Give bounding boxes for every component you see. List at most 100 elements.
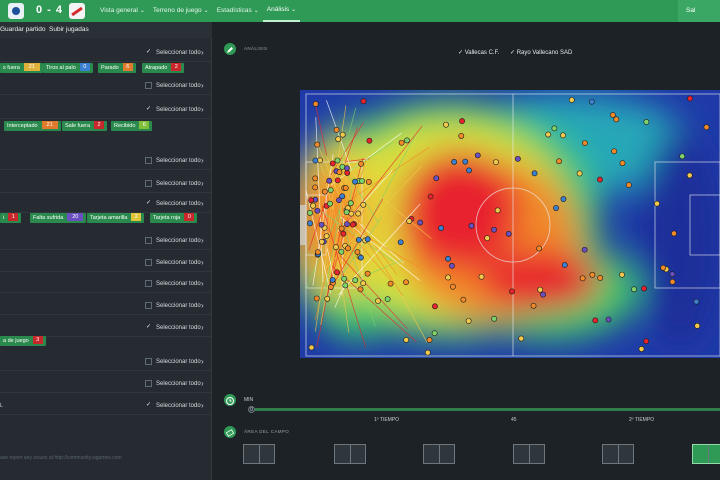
event-marker[interactable] [312, 101, 319, 107]
event-marker[interactable] [460, 296, 467, 303]
select-all-checkbox[interactable]: ✓ Seleccionar todo [145, 324, 201, 331]
stat-chip[interactable]: Atrapado 2 [142, 63, 185, 73]
event-marker[interactable] [336, 197, 342, 204]
event-marker[interactable] [403, 279, 409, 286]
event-marker[interactable] [360, 201, 367, 208]
event-marker[interactable] [326, 177, 333, 184]
field-area-option-3[interactable] [423, 444, 455, 464]
event-marker[interactable] [310, 202, 316, 209]
event-marker[interactable] [631, 286, 637, 293]
timeline-slider[interactable] [255, 408, 720, 411]
event-marker[interactable] [609, 112, 616, 118]
stat-chip[interactable]: Interceptado 21 [4, 121, 61, 131]
event-marker[interactable] [334, 177, 341, 184]
pencil-icon[interactable] [224, 43, 236, 55]
event-marker[interactable] [553, 205, 559, 211]
field-area-option-2[interactable] [334, 444, 366, 464]
event-marker[interactable] [443, 121, 449, 128]
event-marker[interactable] [406, 218, 413, 225]
select-all-checkbox[interactable]: ✓ Seleccionar todo [145, 200, 201, 207]
event-marker[interactable] [315, 249, 321, 256]
event-marker[interactable] [314, 207, 321, 214]
event-marker[interactable] [450, 283, 456, 290]
event-marker[interactable] [404, 137, 410, 144]
event-marker[interactable] [530, 302, 537, 309]
event-marker[interactable] [387, 280, 394, 287]
event-marker[interactable] [340, 230, 347, 237]
save-match-button[interactable]: Guardar partido [0, 26, 46, 33]
event-marker[interactable] [426, 337, 433, 343]
timeline-start-marker[interactable]: 0 [248, 406, 255, 413]
event-marker[interactable] [494, 207, 501, 214]
event-marker[interactable] [560, 196, 567, 202]
event-marker[interactable] [398, 139, 405, 146]
event-marker[interactable] [611, 148, 618, 155]
event-marker[interactable] [431, 330, 438, 337]
event-marker[interactable] [344, 170, 351, 176]
event-marker[interactable] [334, 157, 341, 164]
field-area-option-5[interactable] [602, 444, 634, 464]
event-marker[interactable] [619, 160, 626, 167]
event-marker[interactable] [605, 316, 612, 323]
select-all-checkbox[interactable]: Seleccionar todo [145, 358, 201, 365]
event-marker[interactable] [384, 296, 391, 303]
legend-vallecas[interactable]: ✓ Vallecas C.F. [458, 49, 499, 56]
event-marker[interactable] [560, 132, 566, 139]
event-marker[interactable] [468, 222, 475, 229]
event-marker[interactable] [312, 184, 319, 191]
stat-chip[interactable]: Recibido 6 [111, 121, 153, 131]
stat-chip[interactable]: a de juego 3 [0, 336, 46, 346]
event-marker[interactable] [466, 167, 472, 174]
event-marker[interactable] [349, 221, 356, 228]
event-marker[interactable] [338, 248, 345, 255]
event-marker[interactable] [679, 153, 686, 160]
event-marker[interactable] [581, 140, 588, 146]
event-marker[interactable] [338, 225, 345, 232]
chevron-right-icon[interactable]: › [201, 301, 204, 310]
event-marker[interactable] [693, 298, 700, 305]
event-marker[interactable] [327, 200, 333, 207]
select-all-checkbox[interactable]: Seleccionar todo [145, 157, 201, 164]
event-marker[interactable] [313, 295, 320, 302]
stat-chip[interactable]: i1 [0, 213, 22, 223]
event-marker[interactable] [403, 337, 410, 343]
event-marker[interactable] [462, 158, 469, 165]
stat-chip[interactable]: Tarjeta roja 0 [150, 213, 198, 223]
event-marker[interactable] [458, 133, 465, 139]
event-marker[interactable] [355, 210, 362, 217]
select-all-checkbox[interactable]: Seleccionar todo [145, 302, 201, 309]
field-area-option-6[interactable] [692, 444, 720, 464]
event-marker[interactable] [427, 193, 434, 200]
event-marker[interactable] [581, 246, 588, 253]
chevron-right-icon[interactable]: › [201, 379, 204, 388]
event-marker[interactable] [329, 277, 336, 283]
event-marker[interactable] [321, 188, 328, 195]
tab-vista-general[interactable]: Vista general ⌄ [96, 0, 149, 22]
upload-highlights-button[interactable]: Subir jugadas [49, 26, 89, 33]
event-marker[interactable] [352, 277, 359, 284]
chevron-right-icon[interactable]: › [201, 236, 204, 245]
event-marker[interactable] [588, 98, 595, 105]
event-marker[interactable] [687, 95, 693, 102]
chevron-right-icon[interactable]: › [201, 279, 204, 288]
event-marker[interactable] [375, 298, 381, 304]
event-marker[interactable] [654, 200, 660, 207]
event-marker[interactable] [344, 165, 350, 172]
event-marker[interactable] [459, 118, 465, 124]
event-marker[interactable] [424, 349, 431, 356]
legend-rayo-vallecano[interactable]: ✓ Rayo Vallecano SAD [510, 49, 572, 56]
event-marker[interactable] [341, 275, 348, 282]
event-marker[interactable] [318, 238, 325, 245]
event-marker[interactable] [334, 269, 340, 276]
event-marker[interactable] [358, 160, 364, 167]
event-marker[interactable] [323, 233, 330, 240]
event-marker[interactable] [329, 160, 336, 167]
event-marker[interactable] [518, 335, 525, 342]
event-marker[interactable] [536, 245, 543, 252]
event-marker[interactable] [448, 262, 455, 269]
event-marker[interactable] [540, 291, 547, 298]
event-marker[interactable] [465, 318, 472, 324]
event-marker[interactable] [669, 278, 676, 285]
event-marker[interactable] [597, 176, 603, 183]
chevron-right-icon[interactable]: › [201, 401, 204, 410]
